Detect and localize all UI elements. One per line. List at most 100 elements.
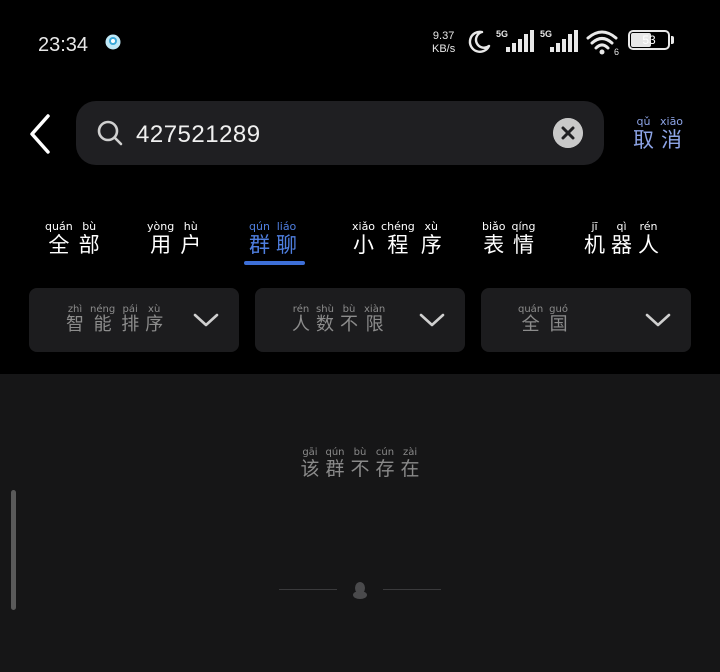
- ruby-char: qì 器: [611, 221, 632, 258]
- pinyin: qǔ: [636, 115, 651, 128]
- network-speed: 9.37 KB/s: [432, 30, 455, 56]
- hanzi: 数: [316, 314, 334, 335]
- pinyin: jī: [591, 220, 598, 233]
- scrollbar[interactable]: [11, 490, 16, 610]
- results-panel: [0, 374, 720, 672]
- search-input[interactable]: 427521289: [136, 121, 261, 149]
- hanzi: 群: [249, 233, 270, 257]
- ruby-char: rén 人: [638, 221, 659, 258]
- ruby-char: yòng 用: [147, 220, 175, 258]
- clear-icon[interactable]: [553, 118, 583, 148]
- tab-groups[interactable]: qún 群 liáo 聊: [246, 220, 300, 258]
- chevron-down-icon: [419, 313, 445, 327]
- pinyin: xù: [424, 220, 439, 233]
- ruby-char: zhì 智: [66, 304, 84, 335]
- pinyin: liáo: [276, 220, 297, 233]
- ruby-char: xiàn 限: [364, 304, 385, 335]
- pinyin: xiāo: [660, 115, 684, 128]
- hanzi: 该: [300, 458, 320, 480]
- status-bar: 23:34 9.37 KB/s 5G 5G 6 53: [0, 0, 720, 90]
- hanzi: 器: [611, 233, 632, 257]
- pinyin: qún: [325, 447, 345, 458]
- qq-penguin-icon: [353, 582, 367, 599]
- signal-1-label: 5G: [496, 29, 508, 39]
- wifi-icon: 6: [586, 30, 619, 56]
- tab-mini-programs[interactable]: xiǎo 小 chéng 程 xù 序: [349, 220, 445, 258]
- hanzi: 取: [633, 128, 654, 152]
- hanzi: 群: [325, 458, 345, 480]
- moon-icon: [468, 30, 491, 53]
- ruby-char: qǔ 取: [633, 115, 654, 153]
- pinyin: biǎo: [482, 220, 506, 233]
- hanzi: 能: [93, 314, 112, 335]
- pinyin: zài: [402, 447, 418, 458]
- hanzi: 存: [375, 458, 395, 480]
- ruby-char: rén 人: [292, 304, 310, 335]
- ruby-char: bù 部: [78, 221, 100, 258]
- hanzi: 部: [78, 233, 100, 257]
- pinyin: yòng: [147, 220, 175, 233]
- ruby-char: gāi 该: [300, 447, 319, 480]
- ruby-char: shù 数: [316, 304, 334, 335]
- hanzi: 全: [48, 233, 70, 257]
- ruby-char: qún 群: [325, 447, 344, 480]
- ruby-char: pái 排: [121, 304, 139, 335]
- tab-all[interactable]: quán 全 bù 部: [42, 220, 103, 258]
- hanzi: 限: [365, 314, 384, 335]
- tab-robots[interactable]: jī 机 qì 器 rén 人: [581, 220, 662, 258]
- hanzi: 用: [150, 233, 172, 257]
- ruby-char: qíng 情: [512, 221, 536, 258]
- ruby-char: xù 序: [145, 304, 163, 335]
- signal-2-label: 5G: [540, 29, 552, 39]
- ruby-char: bù 不: [351, 447, 370, 480]
- pinyin: gāi: [302, 447, 318, 458]
- pinyin: cún: [375, 447, 395, 458]
- ruby-char: jī 机: [584, 220, 605, 258]
- search-screen: 23:34 9.37 KB/s 5G 5G 6 53 427521289 qǔ …: [0, 0, 720, 672]
- ruby-char: guó 国: [549, 304, 568, 335]
- wifi-badge: 6: [614, 47, 619, 56]
- hanzi: 序: [420, 233, 442, 257]
- ruby-char: qún 群: [249, 220, 270, 258]
- hanzi: 消: [661, 128, 683, 152]
- pinyin: hù: [183, 220, 198, 233]
- tab-stickers[interactable]: biǎo 表 qíng 情: [479, 220, 539, 258]
- ruby-char: xiāo 消: [660, 115, 684, 153]
- active-tab-indicator: [244, 261, 305, 265]
- filter-sort-dropdown[interactable]: zhì 智 néng 能 pái 排 xù 序: [29, 288, 239, 352]
- ruby-char: liáo 聊: [276, 220, 297, 258]
- back-arrow-icon[interactable]: [28, 112, 56, 156]
- hanzi: 全: [521, 314, 540, 335]
- hanzi: 程: [387, 233, 409, 257]
- ruby-char: hù 户: [180, 220, 202, 258]
- cancel-button[interactable]: qǔ 取 xiāo 消: [630, 115, 686, 153]
- pinyin: qún: [249, 220, 270, 233]
- hanzi: 小: [353, 233, 375, 257]
- hanzi: 国: [549, 314, 568, 335]
- search-icon: [97, 120, 123, 146]
- hanzi: 智: [66, 314, 84, 335]
- pinyin: chéng: [381, 220, 415, 233]
- hanzi: 人: [638, 233, 659, 257]
- app-notification-icon: [105, 34, 121, 50]
- hanzi: 不: [350, 458, 370, 480]
- filter-region-dropdown[interactable]: quán 全 guó 国: [481, 288, 691, 352]
- ruby-char: cún 存: [376, 447, 395, 480]
- hanzi: 不: [340, 314, 358, 335]
- pinyin: quán: [45, 220, 73, 233]
- hanzi: 排: [121, 314, 140, 335]
- ruby-char: néng 能: [90, 304, 115, 335]
- search-box[interactable]: 427521289: [76, 101, 604, 165]
- hanzi: 序: [145, 314, 164, 335]
- ruby-char: xiǎo 小: [352, 221, 375, 258]
- tab-users[interactable]: yòng 用 hù 户: [144, 220, 204, 258]
- ruby-char: biǎo 表: [482, 220, 506, 258]
- hanzi: 表: [483, 233, 505, 257]
- hanzi: 人: [292, 314, 310, 335]
- battery-icon: 53: [628, 30, 674, 52]
- filter-size-dropdown[interactable]: rén 人 shù 数 bù 不 xiàn 限: [255, 288, 465, 352]
- filter-label: rén 人 shù 数 bù 不 xiàn 限: [289, 304, 388, 335]
- ruby-char: xù 序: [420, 220, 442, 258]
- hanzi: 在: [400, 458, 420, 480]
- hanzi: 户: [180, 233, 202, 257]
